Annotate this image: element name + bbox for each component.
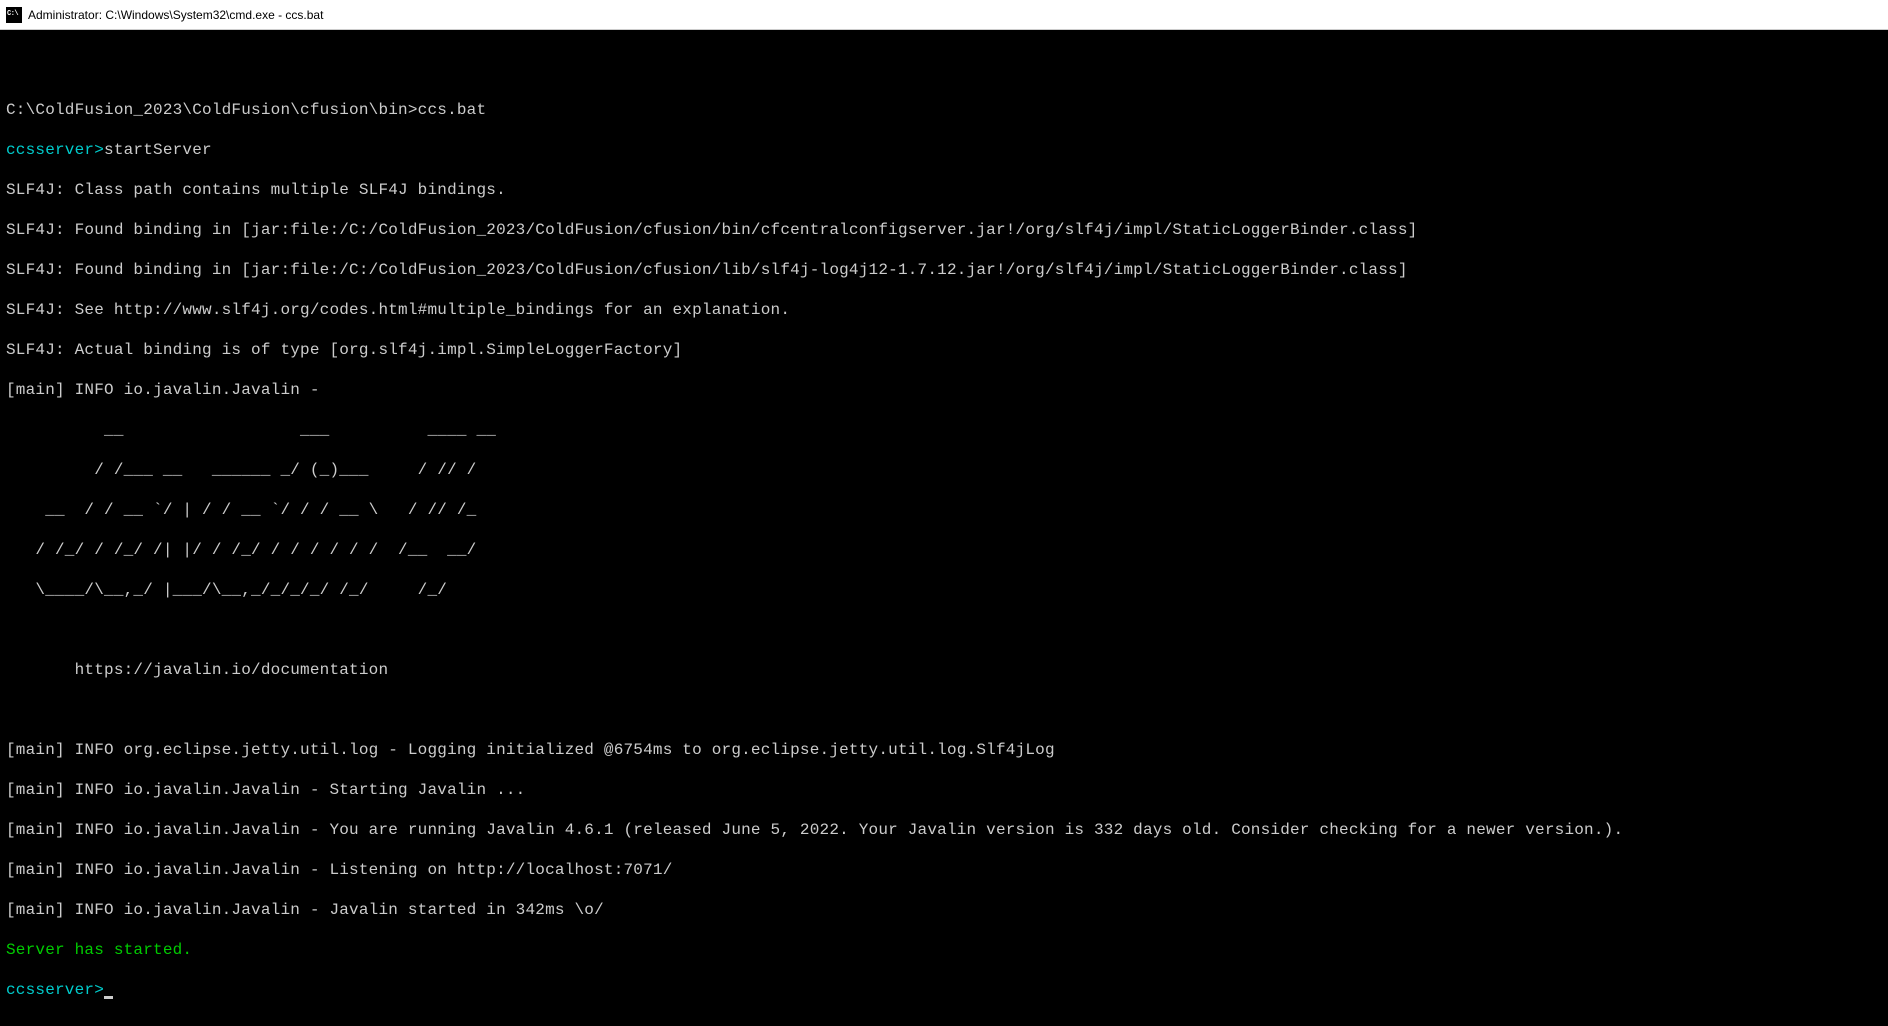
ascii-art-line-4: / /_/ / /_/ /| |/ / /_/ / / / / / / /__ … <box>6 540 1882 560</box>
log-line-5: [main] INFO io.javalin.Javalin - Javalin… <box>6 900 1882 920</box>
slf4j-line-1: SLF4J: Class path contains multiple SLF4… <box>6 180 1882 200</box>
server-started-message: Server has started. <box>6 940 1882 960</box>
ascii-art-line-5: \____/\__,_/ |___/\__,_/_/_/_/ /_/ /_/ <box>6 580 1882 600</box>
command-startserver: startServer <box>104 141 212 159</box>
path-line: C:\ColdFusion_2023\ColdFusion\cfusion\bi… <box>6 100 1882 120</box>
terminal-output[interactable]: C:\ColdFusion_2023\ColdFusion\cfusion\bi… <box>0 30 1888 1026</box>
slf4j-line-2: SLF4J: Found binding in [jar:file:/C:/Co… <box>6 220 1882 240</box>
window-titlebar[interactable]: Administrator: C:\Windows\System32\cmd.e… <box>0 0 1888 30</box>
prompt-line-2: ccsserver> <box>6 980 1882 1000</box>
log-line-2: [main] INFO io.javalin.Javalin - Startin… <box>6 780 1882 800</box>
window-title: Administrator: C:\Windows\System32\cmd.e… <box>28 8 323 22</box>
prompt-command-line: ccsserver>startServer <box>6 140 1882 160</box>
prompt-2: ccsserver> <box>6 981 104 999</box>
ascii-art-line-1: __ ___ ____ __ <box>6 420 1882 440</box>
log-line-1: [main] INFO org.eclipse.jetty.util.log -… <box>6 740 1882 760</box>
log-line-4: [main] INFO io.javalin.Javalin - Listeni… <box>6 860 1882 880</box>
documentation-url: https://javalin.io/documentation <box>6 660 1882 680</box>
prompt-1: ccsserver> <box>6 141 104 159</box>
slf4j-line-3: SLF4J: Found binding in [jar:file:/C:/Co… <box>6 260 1882 280</box>
log-line-3: [main] INFO io.javalin.Javalin - You are… <box>6 820 1882 840</box>
ascii-art-line-3: __ / / __ `/ | / / __ `/ / / __ \ / // /… <box>6 500 1882 520</box>
ascii-art-line-2: / /___ __ ______ _/ (_)___ / // / <box>6 460 1882 480</box>
slf4j-line-4: SLF4J: See http://www.slf4j.org/codes.ht… <box>6 300 1882 320</box>
javalin-info-line: [main] INFO io.javalin.Javalin - <box>6 380 1882 400</box>
cursor <box>104 996 113 999</box>
cmd-icon <box>6 7 22 23</box>
slf4j-line-5: SLF4J: Actual binding is of type [org.sl… <box>6 340 1882 360</box>
